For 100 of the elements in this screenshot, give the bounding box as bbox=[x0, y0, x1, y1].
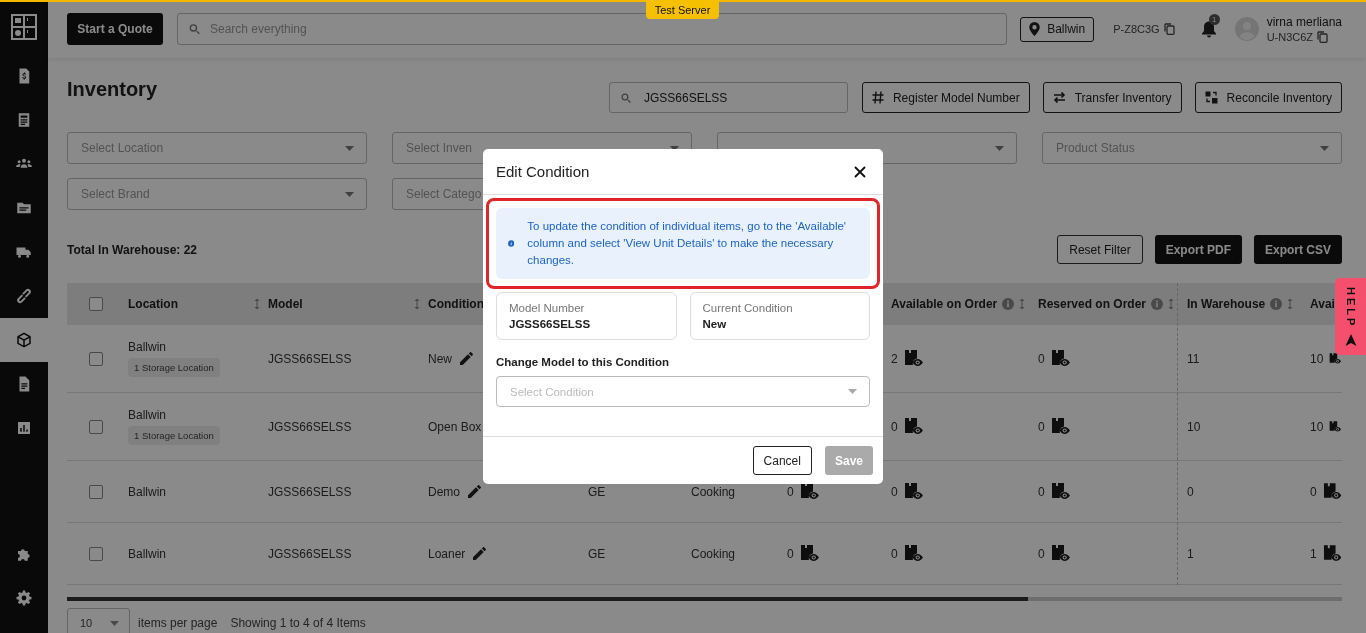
table-cell: 0 bbox=[1038, 546, 1045, 561]
arrows-icon bbox=[1052, 92, 1066, 103]
pencil-icon[interactable] bbox=[460, 352, 473, 365]
location-button[interactable]: Ballwin bbox=[1020, 16, 1095, 42]
search-icon bbox=[188, 22, 201, 36]
cube-icon bbox=[15, 331, 33, 349]
search-field[interactable]: JGSS66SELSS bbox=[608, 82, 848, 113]
table-cell: Ballwin bbox=[128, 340, 166, 354]
close-icon bbox=[854, 165, 866, 178]
gear-icon bbox=[15, 589, 33, 607]
table-cell: 0 bbox=[1187, 484, 1194, 499]
page-title: Inventory bbox=[67, 78, 159, 101]
pencil-icon[interactable] bbox=[468, 485, 481, 498]
dialog-title: Edit Condition bbox=[496, 163, 590, 180]
table-cell: 10 bbox=[1310, 351, 1324, 366]
info-icon bbox=[508, 237, 515, 250]
action-button[interactable]: Transfer Inventory bbox=[1042, 82, 1182, 113]
hash-icon bbox=[871, 91, 884, 104]
table-cell: New bbox=[428, 351, 452, 366]
start-quote-button[interactable]: Start a Quote bbox=[67, 13, 163, 45]
field-label: Change Model to this Condition bbox=[496, 356, 671, 368]
checkbox[interactable] bbox=[89, 351, 103, 366]
table-cell: JGSS66SELSS bbox=[268, 546, 352, 561]
table-cell: 0 bbox=[891, 484, 898, 499]
caret-icon bbox=[345, 191, 354, 197]
info-icon bbox=[1002, 298, 1015, 310]
action-button[interactable]: Register Model Number bbox=[861, 82, 1030, 113]
table-cell: Ballwin bbox=[128, 408, 166, 422]
table-cell: 10 bbox=[1310, 419, 1324, 434]
pin-icon bbox=[1029, 22, 1041, 36]
table-cell: 2 bbox=[891, 351, 898, 366]
table-cell: 0 bbox=[787, 546, 794, 561]
checkbox[interactable] bbox=[89, 297, 103, 311]
notice-text: To update the condition of individual items, go to the 'Available' column and select 'View Unit Details' to make the necessary changes. bbox=[527, 219, 848, 268]
chart-icon bbox=[15, 419, 33, 437]
table-cell: 0 bbox=[1310, 484, 1317, 499]
toolbar-button[interactable]: Export PDF bbox=[1154, 235, 1242, 264]
close-button[interactable] bbox=[852, 163, 868, 180]
arrow-icon bbox=[1344, 333, 1357, 346]
toolbar-button[interactable]: Export CSV bbox=[1254, 235, 1342, 264]
pencil-icon[interactable] bbox=[473, 547, 487, 560]
dialog-button[interactable]: Cancel bbox=[752, 446, 812, 475]
table-cell: Cooking bbox=[691, 546, 736, 561]
page-size-label: items per page bbox=[138, 616, 218, 630]
copy-icon[interactable] bbox=[1163, 23, 1175, 35]
sidebar-item[interactable] bbox=[0, 318, 48, 362]
checkbox[interactable] bbox=[89, 484, 103, 499]
info-icon bbox=[1151, 298, 1164, 310]
checkbox[interactable] bbox=[89, 546, 103, 561]
column-header[interactable]: Avai bbox=[1310, 297, 1335, 311]
storage-tag: 1 Storage Location bbox=[128, 358, 220, 377]
table-cell: 0 bbox=[787, 484, 794, 499]
table-cell: JGSS66SELSS bbox=[268, 351, 352, 366]
store-code: P-Z8C3G bbox=[1113, 23, 1160, 35]
readonly-field: Model Number JGSS66SELSS bbox=[496, 292, 677, 340]
column-header[interactable]: In Warehouse bbox=[1187, 297, 1266, 311]
table-cell: Demo bbox=[428, 484, 460, 499]
table-cell: 1 bbox=[1310, 546, 1317, 561]
boxes-icon bbox=[1204, 91, 1218, 104]
info-icon bbox=[1270, 298, 1283, 310]
table-cell: 1 bbox=[1187, 546, 1194, 561]
column-header[interactable]: Available on Order bbox=[891, 297, 998, 311]
toolbar-button[interactable]: Reset Filter bbox=[1057, 235, 1143, 264]
caret-icon bbox=[110, 620, 119, 626]
readonly-field: Current Condition New bbox=[689, 292, 870, 340]
table-cell: GE bbox=[588, 546, 606, 561]
table-cell: 0 bbox=[891, 546, 898, 561]
table-cell: Ballwin bbox=[128, 484, 166, 499]
user-code: U-N3C6Z bbox=[1266, 31, 1314, 43]
caret-icon bbox=[345, 145, 354, 151]
table-cell: JGSS66SELSS bbox=[268, 419, 352, 434]
table-cell: JGSS66SELSS bbox=[268, 484, 352, 499]
total-text: Total In Warehouse: 22 bbox=[67, 242, 198, 257]
page-size-select[interactable]: 10 bbox=[67, 608, 130, 633]
table-cell: 0 bbox=[891, 419, 898, 434]
user-name: virna merliana bbox=[1266, 15, 1342, 29]
help-tab[interactable]: HELP bbox=[1335, 278, 1366, 355]
table-cell: 0 bbox=[1038, 351, 1045, 366]
table-cell: Open Box bbox=[428, 419, 482, 434]
copy-icon[interactable] bbox=[1317, 31, 1329, 43]
column-header[interactable]: Condition bbox=[428, 297, 484, 311]
pagination-summary: Showing 1 to 4 of 4 Items bbox=[230, 616, 366, 630]
search-icon bbox=[619, 91, 632, 104]
action-button[interactable]: Reconcile Inventory bbox=[1194, 82, 1342, 113]
table-cell: 10 bbox=[1187, 419, 1201, 434]
table-cell: 0 bbox=[1038, 484, 1045, 499]
table-cell: 0 bbox=[1038, 419, 1045, 434]
caret-icon bbox=[670, 145, 679, 151]
column-header[interactable]: Reserved on Order bbox=[1038, 297, 1147, 311]
table-cell: Loaner bbox=[428, 546, 466, 561]
caret-icon bbox=[1320, 145, 1329, 151]
caret-icon bbox=[995, 145, 1004, 151]
storage-tag: 1 Storage Location bbox=[128, 426, 220, 445]
column-header[interactable]: Model bbox=[268, 297, 303, 311]
bell-icon[interactable] bbox=[1200, 20, 1217, 38]
table-cell: 11 bbox=[1187, 351, 1200, 366]
caret-icon bbox=[848, 389, 857, 394]
column-header[interactable]: Location bbox=[128, 297, 178, 311]
checkbox[interactable] bbox=[89, 419, 103, 434]
server-badge: Test Server bbox=[646, 0, 719, 19]
